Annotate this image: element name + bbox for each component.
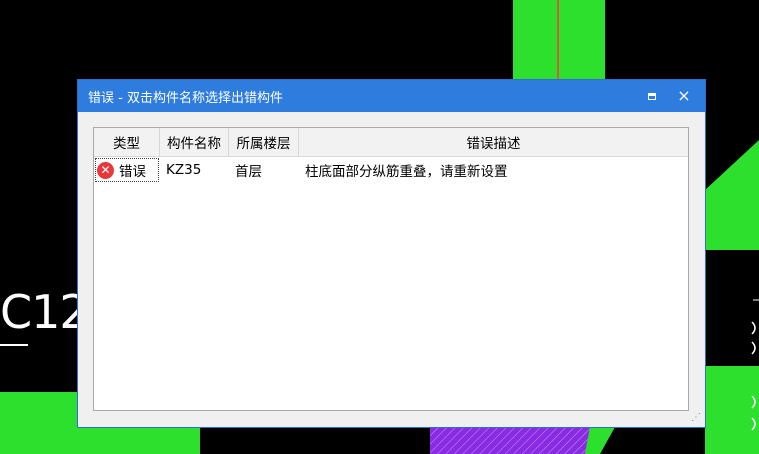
- column-header-type[interactable]: 类型: [94, 128, 160, 156]
- list-header: 类型 构件名称 所属楼层 错误描述: [94, 128, 688, 157]
- cell-description[interactable]: 柱底面部分纵筋重叠，请重新设置: [299, 157, 688, 183]
- error-list[interactable]: 类型 构件名称 所属楼层 错误描述 ✕ 错误 KZ35 首层 柱底面部分纵筋重叠…: [93, 127, 689, 411]
- purple-hatch-region: [430, 427, 610, 454]
- white-zigzag-1: [751, 321, 756, 335]
- maximize-button[interactable]: [637, 80, 667, 112]
- cell-floor[interactable]: 首层: [229, 157, 299, 183]
- dialog-title-bar[interactable]: 错误 - 双击构件名称选择出错构件 ×: [78, 80, 705, 112]
- column-header-name[interactable]: 构件名称: [160, 128, 229, 156]
- error-dialog: 错误 - 双击构件名称选择出错构件 × 类型 构件名称 所属楼层 错误描述 ✕ …: [78, 80, 705, 427]
- dialog-title: 错误 - 双击构件名称选择出错构件: [88, 90, 283, 106]
- close-button[interactable]: ×: [669, 80, 699, 112]
- cell-type[interactable]: ✕ 错误: [94, 157, 160, 183]
- cell-name[interactable]: KZ35: [160, 157, 229, 183]
- maximize-icon: [648, 92, 656, 100]
- cad-label: C12: [0, 285, 89, 339]
- green-corner-bottom: [585, 427, 615, 454]
- list-row[interactable]: ✕ 错误 KZ35 首层 柱底面部分纵筋重叠，请重新设置: [94, 157, 688, 183]
- resize-grip-icon[interactable]: ⋰: [691, 413, 701, 423]
- green-diagonal-shape: [705, 140, 759, 250]
- close-icon: ×: [677, 86, 691, 105]
- cell-type-text: 错误: [119, 164, 146, 180]
- white-zigzag-2: [751, 341, 756, 355]
- column-header-floor[interactable]: 所属楼层: [229, 128, 299, 156]
- column-header-description[interactable]: 错误描述: [299, 128, 688, 156]
- green-slab-right-bottom: [705, 366, 759, 454]
- green-column-top: [513, 0, 605, 84]
- error-icon: ✕: [97, 161, 114, 179]
